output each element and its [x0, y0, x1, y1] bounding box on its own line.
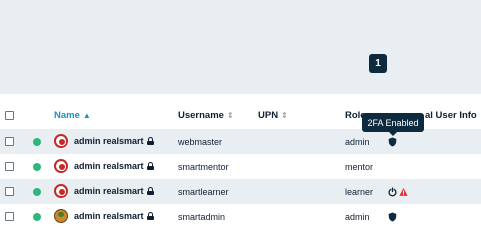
lock-icon — [146, 137, 154, 145]
role-cell: admin — [345, 137, 370, 147]
shield-icon[interactable] — [388, 212, 397, 222]
table-row[interactable]: admin realsmart smartmentor mentor — [0, 154, 481, 179]
row-checkbox[interactable] — [5, 187, 14, 196]
column-header-user-info: al User Info — [425, 110, 477, 121]
filter-area — [0, 0, 481, 94]
target-avatar — [54, 184, 68, 198]
username-cell: smartlearner — [178, 187, 229, 197]
pagination-page-button[interactable]: 1 — [369, 54, 387, 73]
username-cell: webmaster — [178, 137, 223, 147]
role-cell: mentor — [345, 162, 374, 172]
sort-up-icon: ▲ — [82, 110, 91, 120]
photo-avatar — [54, 209, 68, 223]
status-dot — [33, 138, 41, 146]
column-header-username-label: Username — [178, 110, 224, 121]
user-name[interactable]: admin realsmart — [74, 186, 154, 196]
power-icon[interactable] — [388, 187, 397, 197]
lock-icon — [146, 162, 154, 170]
role-cell: learner — [345, 187, 374, 197]
user-name-label: admin realsmart — [74, 161, 144, 171]
table-row[interactable]: admin realsmart smartadmin admin — [0, 204, 481, 229]
column-header-user-info-label: al User Info — [425, 110, 477, 121]
table-row[interactable]: admin realsmart webmaster admin — [0, 129, 481, 154]
sort-icon: ⇕ — [281, 110, 288, 120]
column-header-name[interactable]: Name ▲ — [54, 110, 91, 121]
shield-icon[interactable] — [388, 137, 397, 147]
status-dot — [33, 213, 41, 221]
warning-icon[interactable] — [399, 187, 408, 197]
role-cell: admin — [345, 212, 370, 222]
user-name-label: admin realsmart — [74, 136, 144, 146]
user-name-label: admin realsmart — [74, 211, 144, 221]
target-avatar — [54, 159, 68, 173]
sort-icon: ⇕ — [226, 110, 234, 120]
status-dot — [33, 188, 41, 196]
status-dot — [33, 163, 41, 171]
user-name[interactable]: admin realsmart — [74, 136, 154, 146]
column-header-upn[interactable]: UPN ⇕ — [258, 110, 288, 121]
select-all-checkbox[interactable] — [5, 111, 14, 120]
row-checkbox[interactable] — [5, 137, 14, 146]
lock-icon — [146, 212, 154, 220]
user-name[interactable]: admin realsmart — [74, 211, 154, 221]
tooltip: 2FA Enabled — [362, 113, 424, 132]
target-avatar — [54, 134, 68, 148]
user-name-label: admin realsmart — [74, 186, 144, 196]
tooltip-arrow — [389, 132, 397, 136]
table-row[interactable]: admin realsmart smartlearner learner — [0, 179, 481, 204]
column-header-name-label: Name — [54, 110, 80, 121]
row-checkbox[interactable] — [5, 212, 14, 221]
column-header-upn-label: UPN — [258, 110, 279, 121]
username-cell: smartadmin — [178, 212, 226, 222]
lock-icon — [146, 187, 154, 195]
row-checkbox[interactable] — [5, 162, 14, 171]
username-cell: smartmentor — [178, 162, 229, 172]
user-name[interactable]: admin realsmart — [74, 161, 154, 171]
column-header-username[interactable]: Username ⇕ — [178, 110, 234, 121]
